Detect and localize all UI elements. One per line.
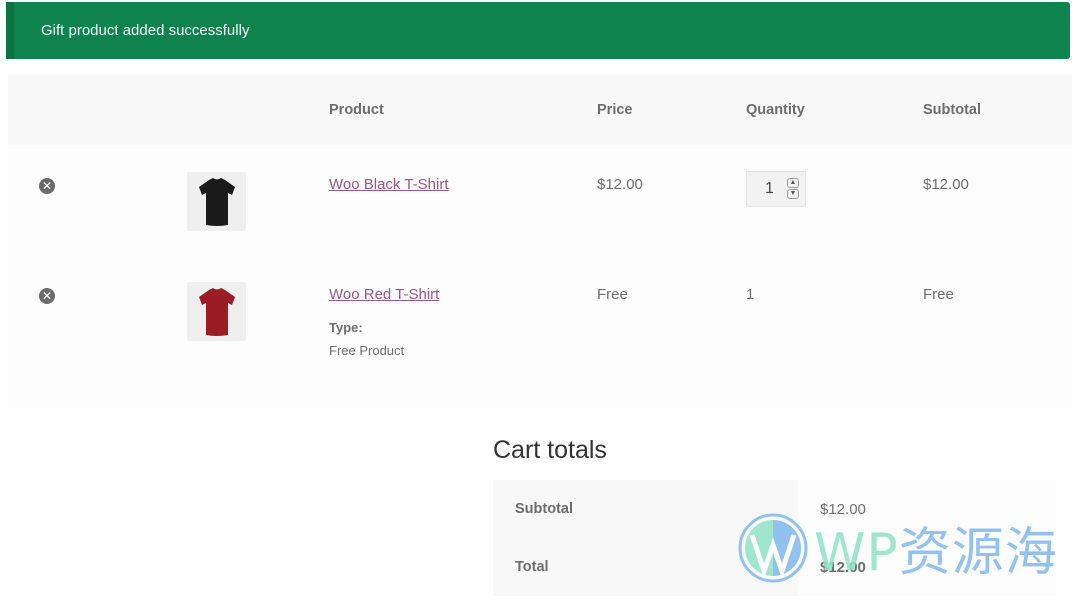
close-circle-icon: ✕ (41, 289, 53, 303)
cart-table: Product Price Quantity Subtotal ✕ Woo Bl… (8, 74, 1072, 408)
cart-item-row: ✕ Woo Black T-Shirt $12.00 1 ▲ ▼ $12.00 (8, 145, 1072, 255)
black-tshirt-image (198, 177, 235, 226)
chevron-down-icon[interactable]: ▼ (787, 189, 799, 199)
quantity-value[interactable]: 1 (765, 180, 774, 198)
header-price: Price (597, 101, 633, 118)
header-thumbnail (187, 74, 329, 145)
header-product: Product (329, 101, 384, 118)
totals-row: Total $12.00 (493, 538, 1056, 596)
totals-row-value: $12.00 (798, 538, 1056, 596)
totals-row-label: Subtotal (493, 480, 798, 538)
chevron-up-icon[interactable]: ▲ (787, 178, 799, 188)
item-price: $12.00 (597, 176, 643, 193)
cart-totals-table: Subtotal $12.00 Total $12.00 (493, 480, 1056, 596)
totals-row-value: $12.00 (798, 480, 1056, 538)
item-subtotal: Free (923, 286, 954, 303)
product-link[interactable]: Woo Black T-Shirt (329, 176, 449, 193)
item-subtotal: $12.00 (923, 176, 969, 193)
success-notice: Gift product added successfully (6, 2, 1070, 59)
cart-totals-title: Cart totals (493, 436, 607, 464)
quantity-stepper[interactable]: 1 ▲ ▼ (746, 171, 806, 207)
totals-row-label: Total (493, 538, 798, 596)
item-meta-label: Type: (329, 320, 363, 335)
product-thumbnail[interactable] (187, 282, 246, 341)
totals-row: Subtotal $12.00 (493, 480, 1056, 538)
item-meta-value: Free Product (329, 343, 405, 358)
product-thumbnail[interactable] (187, 172, 246, 231)
notice-message: Gift product added successfully (41, 22, 250, 39)
cart-header-row: Product Price Quantity Subtotal (8, 74, 1072, 145)
red-tshirt-image (198, 287, 235, 336)
item-price: Free (597, 286, 628, 303)
remove-item-button[interactable]: ✕ (39, 288, 55, 304)
item-quantity: 1 (746, 286, 755, 303)
header-quantity: Quantity (746, 101, 805, 118)
product-link[interactable]: Woo Red T-Shirt (329, 286, 439, 303)
remove-item-button[interactable]: ✕ (39, 178, 55, 194)
close-circle-icon: ✕ (41, 179, 53, 193)
header-remove (8, 74, 187, 145)
cart-item-row: ✕ Woo Red T-Shirt Type: Free Product Fre… (8, 255, 1072, 408)
header-subtotal: Subtotal (923, 101, 981, 118)
